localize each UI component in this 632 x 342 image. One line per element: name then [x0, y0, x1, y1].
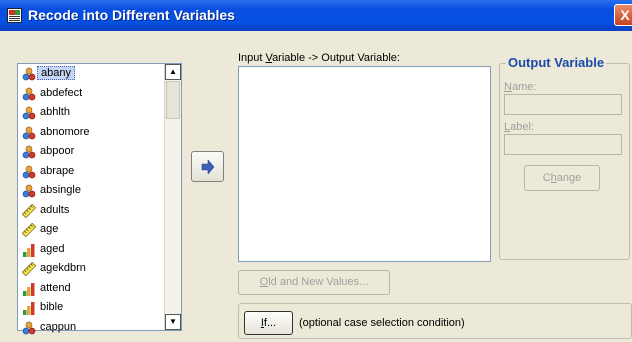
scale-variable-icon: [21, 222, 37, 238]
label-label: Label:: [504, 121, 534, 133]
name-field[interactable]: [504, 94, 622, 115]
variable-list-item[interactable]: age: [18, 220, 164, 240]
variable-list-scrollbar[interactable]: ▲ ▼: [164, 64, 181, 330]
scale-variable-icon: [21, 203, 37, 218]
label-field[interactable]: [504, 134, 622, 155]
if-condition-text: (optional case selection condition): [299, 317, 465, 329]
variable-items: abany abdefect abhlth abnomore abpoor abrape a…: [18, 64, 164, 337]
input-output-label: Input Variable -> Output Variable:: [238, 52, 400, 64]
move-variable-button[interactable]: [191, 151, 224, 182]
name-label: Name:: [504, 81, 537, 93]
spss-dialog-icon: [7, 8, 22, 23]
variable-list-item[interactable]: absingle: [18, 181, 164, 201]
variable-name: abpoor: [40, 145, 75, 157]
variable-list-item[interactable]: aged: [18, 240, 164, 260]
variable-list-item[interactable]: abpoor: [18, 142, 164, 162]
variable-name: bible: [40, 301, 64, 313]
variable-list-item[interactable]: adults: [18, 201, 164, 221]
close-button[interactable]: X: [614, 4, 632, 26]
ordinal-variable-icon: [22, 301, 36, 315]
variable-name: abhlth: [40, 106, 70, 118]
variable-list-item[interactable]: cappun: [18, 318, 164, 338]
variable-name: cappun: [40, 320, 77, 333]
input-output-variable-list[interactable]: [238, 66, 491, 262]
variable-list-item[interactable]: abhlth: [18, 103, 164, 123]
variable-list-item[interactable]: abany: [18, 64, 164, 84]
variable-list-item[interactable]: attend: [18, 279, 164, 299]
change-button[interactable]: Change: [524, 165, 600, 191]
nominal-variable-icon: [22, 67, 36, 81]
scroll-down-button[interactable]: ▼: [165, 314, 181, 330]
scale-variable-icon: [21, 261, 37, 277]
output-variable-legend: Output Variable: [506, 55, 607, 70]
scroll-thumb[interactable]: [166, 81, 180, 119]
variable-list-item[interactable]: abnomore: [18, 123, 164, 143]
ordinal-variable-icon: [22, 243, 36, 257]
variable-list-item[interactable]: abdefect: [18, 84, 164, 104]
variable-name: absingle: [40, 184, 81, 196]
old-and-new-values-button[interactable]: Old and New Values...: [238, 270, 390, 295]
scroll-up-button[interactable]: ▲: [165, 64, 181, 80]
nominal-variable-icon: [22, 321, 36, 335]
right-arrow-icon: [201, 160, 215, 174]
nominal-variable-icon: [22, 165, 36, 179]
nominal-variable-icon: [22, 106, 36, 120]
nominal-variable-icon: [22, 145, 36, 159]
variable-name: abdefect: [40, 86, 83, 99]
nominal-variable-icon: [22, 184, 36, 198]
variable-name: abnomore: [40, 125, 90, 138]
nominal-variable-icon: [22, 87, 36, 101]
window-title: Recode into Different Variables: [28, 7, 235, 23]
variable-name: age: [40, 223, 59, 235]
title-bar[interactable]: Recode into Different Variables: [0, 0, 632, 31]
variable-list-item[interactable]: agekdbrn: [18, 259, 164, 279]
variable-name: abany: [37, 66, 75, 80]
variable-name: adults: [40, 203, 70, 216]
variable-list-item[interactable]: abrape: [18, 162, 164, 182]
variable-name: attend: [40, 281, 71, 294]
if-button[interactable]: If...: [244, 311, 293, 335]
variable-name: abrape: [40, 164, 75, 177]
variable-list-item[interactable]: bible: [18, 298, 164, 318]
variable-name: agekdbrn: [40, 262, 86, 274]
variable-name: aged: [40, 242, 65, 255]
source-variable-list[interactable]: abany abdefect abhlth abnomore abpoor abrape a…: [17, 63, 182, 334]
nominal-variable-icon: [22, 126, 36, 140]
ordinal-variable-icon: [22, 282, 36, 296]
